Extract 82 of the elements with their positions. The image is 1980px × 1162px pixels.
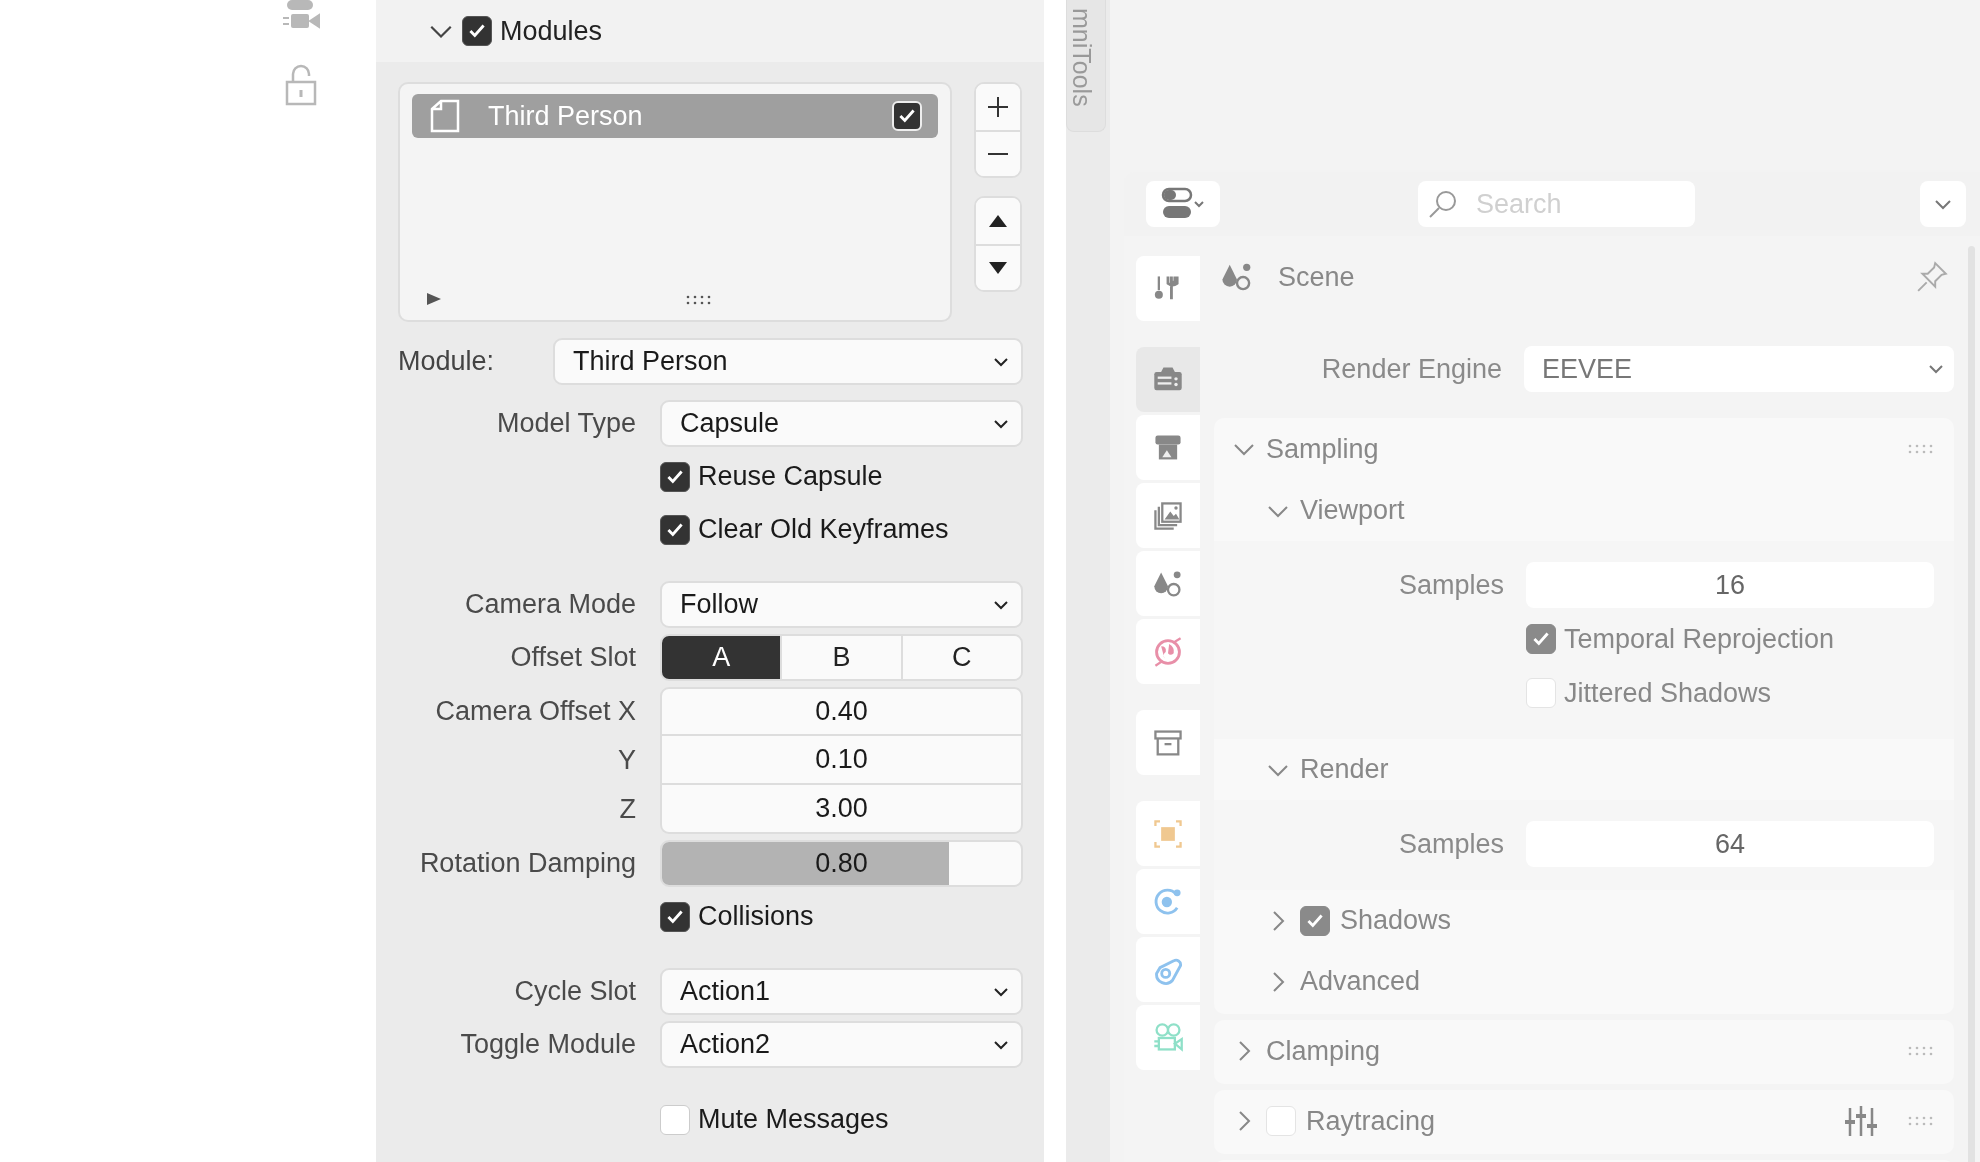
checkbox[interactable] — [462, 16, 492, 46]
dropdown[interactable]: Follow — [660, 581, 1023, 628]
checkbox[interactable] — [660, 901, 690, 932]
field-label: Samples — [1397, 828, 1504, 860]
caret-icon — [993, 1039, 1009, 1050]
properties-tab[interactable] — [1136, 937, 1200, 1002]
toggle-switches-icon — [1160, 187, 1206, 221]
number-field[interactable]: 64 — [1526, 821, 1934, 867]
search-icon — [1428, 189, 1458, 219]
caret-icon — [1933, 198, 1953, 210]
field-label: Cycle Slot — [513, 976, 636, 1007]
caret-icon — [993, 599, 1009, 610]
dropdown[interactable]: Action1 — [660, 968, 1023, 1015]
move-down-button[interactable] — [976, 244, 1020, 290]
sliders-icon[interactable] — [1844, 1104, 1878, 1138]
properties-tab[interactable] — [1136, 710, 1200, 775]
caret-icon — [993, 356, 1009, 367]
properties-tab[interactable] — [1136, 869, 1200, 934]
field-label: Module: — [398, 346, 496, 377]
object-square-icon — [1152, 817, 1184, 850]
subpanel-title: Render — [1300, 754, 1389, 785]
field-label: Render Engine — [1320, 353, 1502, 385]
lock-icon[interactable] — [284, 64, 318, 106]
section-title: Modules — [500, 15, 603, 47]
segment-button[interactable]: A — [662, 636, 781, 679]
image-stack-icon — [1152, 499, 1184, 532]
caret-icon — [993, 986, 1009, 997]
dropdown[interactable]: Action2 — [660, 1021, 1023, 1068]
number-field[interactable]: 3.00 — [660, 785, 1023, 834]
segment-button[interactable]: C — [900, 636, 1021, 679]
checkbox[interactable] — [660, 514, 690, 545]
list-item-label: Third Person — [488, 100, 644, 132]
properties-tab[interactable] — [1136, 347, 1200, 412]
caret-icon — [1928, 364, 1944, 374]
field-label: Camera Mode — [463, 589, 636, 620]
panel-title: Clamping — [1266, 1035, 1381, 1067]
number-field[interactable]: 16 — [1526, 562, 1934, 608]
properties-tab[interactable] — [1136, 619, 1200, 684]
field-label: Offset Slot — [509, 642, 636, 673]
slider[interactable]: 0.80 — [660, 840, 1023, 887]
dropdown[interactable]: Capsule — [660, 400, 1023, 447]
globe-icon — [1152, 635, 1184, 668]
panel-title: Sampling — [1266, 433, 1379, 465]
properties-tab[interactable] — [1136, 415, 1200, 480]
module-dropdown[interactable]: Third Person — [553, 338, 1023, 385]
segment-button[interactable]: B — [780, 636, 901, 679]
dropdown[interactable]: EEVEE — [1524, 346, 1954, 392]
field-label: Rotation Damping — [418, 848, 636, 879]
field-label: Toggle Module — [459, 1029, 636, 1060]
play-icon[interactable] — [426, 292, 442, 306]
properties-tab[interactable] — [1136, 483, 1200, 548]
checkbox-label: Mute Messages — [698, 1104, 889, 1135]
checkbox[interactable] — [660, 461, 690, 492]
field-label: Y — [617, 745, 636, 776]
video-camera-icon — [1152, 1021, 1184, 1054]
plus-icon — [986, 95, 1010, 119]
subpanel-title: Shadows — [1340, 905, 1452, 936]
checkbox[interactable] — [1526, 624, 1556, 654]
field-label: Camera Offset X — [434, 696, 636, 727]
field-label: Model Type — [495, 408, 636, 439]
number-field[interactable]: 0.40 — [660, 687, 1023, 736]
field-label: Samples — [1397, 569, 1504, 601]
display-mode-button[interactable] — [1146, 181, 1220, 227]
document-icon — [430, 99, 460, 133]
camera-icon[interactable] — [281, 0, 321, 32]
caret-icon — [993, 418, 1009, 429]
minus-icon — [988, 153, 1008, 155]
subpanel-title: Viewport — [1300, 495, 1405, 526]
properties-tab[interactable] — [1136, 256, 1200, 321]
properties-tab[interactable] — [1136, 551, 1200, 616]
field-label: Z — [618, 794, 636, 825]
checkbox-label: Jittered Shadows — [1564, 677, 1772, 709]
context-label: Scene — [1278, 261, 1356, 293]
checkbox-label: Clear Old Keyframes — [698, 514, 949, 545]
checkbox-label: Collisions — [698, 901, 814, 932]
checkbox-label: Temporal Reprojection — [1564, 623, 1835, 655]
panel-title: Raytracing — [1306, 1105, 1436, 1137]
number-field[interactable]: 0.10 — [660, 736, 1023, 785]
subpanel-title: Advanced — [1300, 966, 1421, 997]
pin-icon[interactable] — [1916, 261, 1948, 293]
checkbox-label: Reuse Capsule — [698, 461, 883, 492]
checkbox[interactable] — [1300, 905, 1330, 936]
